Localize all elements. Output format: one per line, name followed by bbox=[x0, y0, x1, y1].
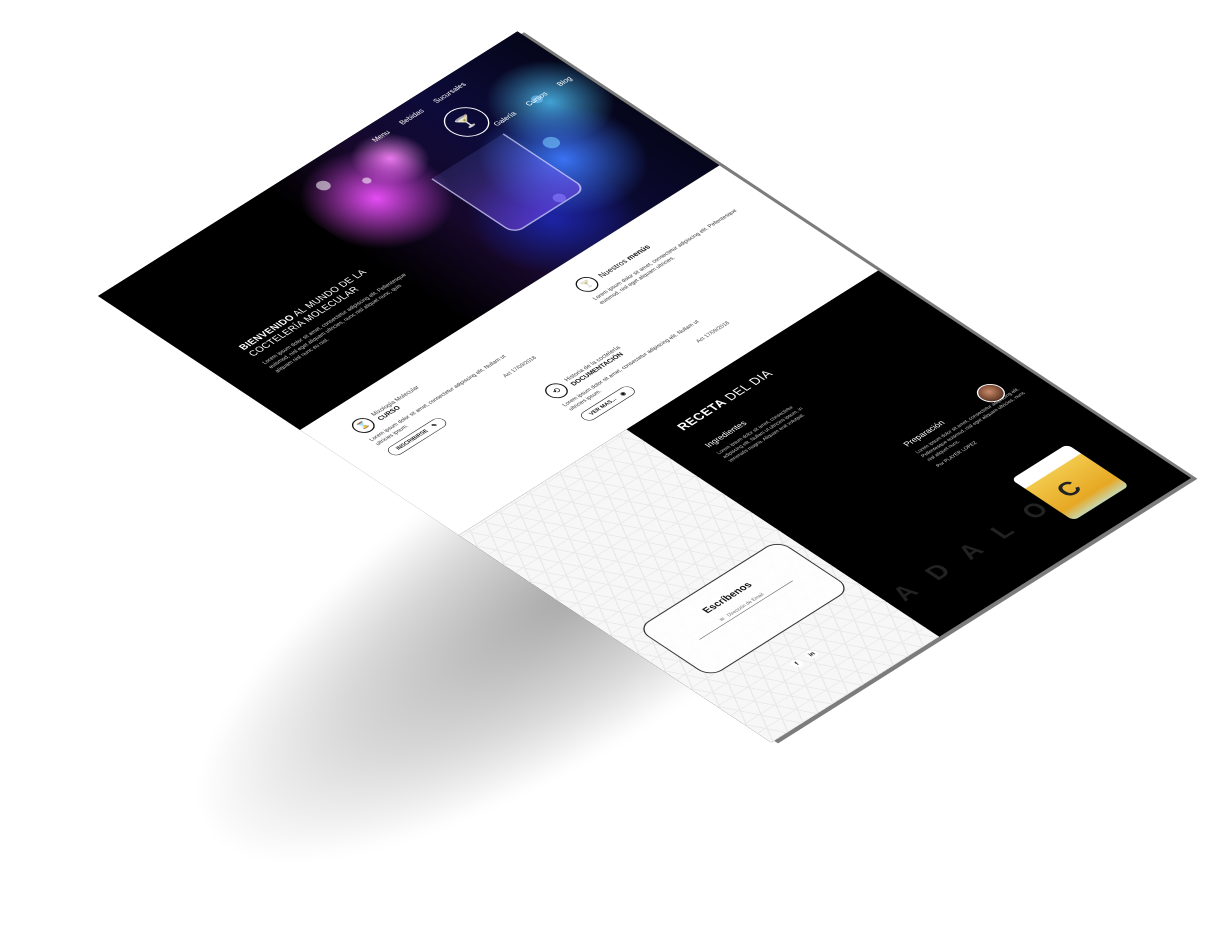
website-page: Menu Bebidas Sucursales 🍸 Galería Cursos… bbox=[98, 31, 1191, 743]
mail-icon: ✉ bbox=[718, 616, 727, 622]
decorative-letters: A D A L O C bbox=[885, 472, 1095, 606]
welcome-block: BIENVENIDO AL MUNDO DE LA COCTELERÍA MOL… bbox=[236, 254, 423, 374]
preparation-block: Preparación Lorem ipsum dolor sit amet, … bbox=[901, 378, 1042, 468]
pencil-icon: ✎ bbox=[430, 422, 440, 429]
eye-icon: ◉ bbox=[618, 390, 628, 397]
nav-item-contacto[interactable]: Contacto bbox=[579, 52, 610, 72]
mockup-plate: Menu Bebidas Sucursales 🍸 Galería Cursos… bbox=[0, 0, 1228, 782]
